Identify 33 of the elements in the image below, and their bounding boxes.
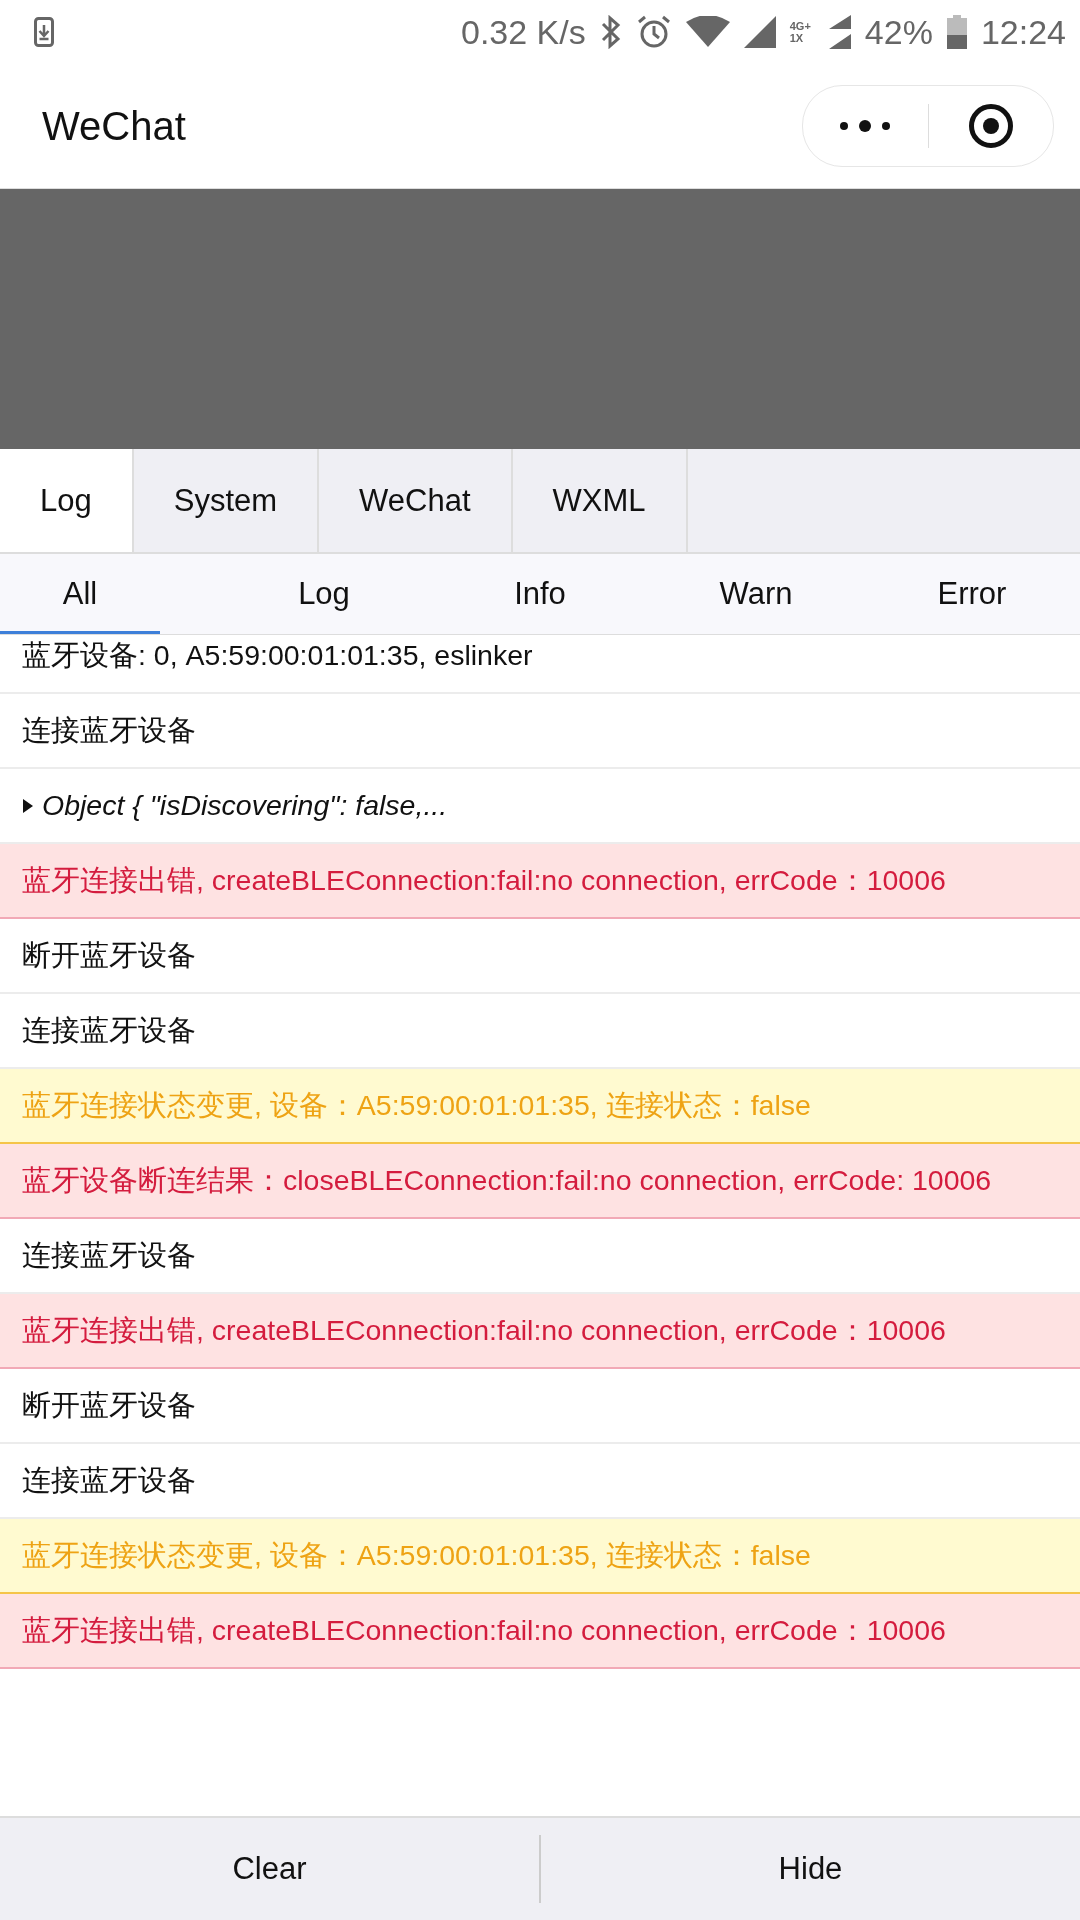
filter-tab[interactable]: Info: [432, 554, 648, 634]
network-speed: 0.32 K/s: [461, 12, 586, 52]
log-entry: 连接蓝牙设备: [0, 694, 1080, 769]
signal-icon: [743, 16, 776, 48]
error-entry: 蓝牙连接出错, createBLEConnection:fail:no connection, errCode：10006: [0, 844, 1080, 919]
filter-tab[interactable]: Log: [216, 554, 432, 634]
network-type: 1X: [789, 32, 805, 44]
error-entry: 蓝牙连接出错, createBLEConnection:fail:no connection, errCode：10006: [0, 1594, 1080, 1669]
log-entry: 断开蓝牙设备: [0, 919, 1080, 994]
footer-button[interactable]: Clear: [0, 1818, 539, 1920]
error-entry: 蓝牙设备断连结果：closeBLEConnection:fail:no connection, errCode: 10006: [0, 1144, 1080, 1219]
filter-tab[interactable]: All: [0, 554, 160, 634]
wifi-icon: [685, 16, 730, 48]
network-type: 4G+: [789, 20, 811, 32]
log-entry: 断开蓝牙设备: [0, 1369, 1080, 1444]
clock: 12:24: [980, 12, 1066, 52]
battery-percent: 42%: [864, 12, 933, 52]
page-title: WeChat: [42, 103, 187, 149]
footer-button[interactable]: Hide: [541, 1818, 1080, 1920]
log-entry: 蓝牙设备: 0, A5:59:00:01:01:35, eslinker: [0, 635, 1080, 694]
bluetooth-icon: [599, 15, 622, 49]
download-icon: [34, 17, 54, 47]
warning-entry: 蓝牙连接状态变更, 设备：A5:59:00:01:01:35, 连接状态：false: [0, 1069, 1080, 1144]
warning-entry: 蓝牙连接状态变更, 设备：A5:59:00:01:01:35, 连接状态：false: [0, 1519, 1080, 1594]
expand-arrow-icon[interactable]: [22, 797, 34, 814]
log-text: Object { "isDiscovering": false,...: [42, 788, 448, 823]
error-entry: 蓝牙连接出错, createBLEConnection:fail:no connection, errCode：10006: [0, 1294, 1080, 1369]
alarm-icon: [635, 14, 672, 50]
filter-tab[interactable]: Warn: [648, 554, 864, 634]
tab[interactable]: Log: [0, 449, 134, 552]
filter-tab[interactable]: Error: [864, 554, 1080, 634]
battery-icon: [946, 15, 967, 49]
more-icon[interactable]: [839, 119, 892, 133]
